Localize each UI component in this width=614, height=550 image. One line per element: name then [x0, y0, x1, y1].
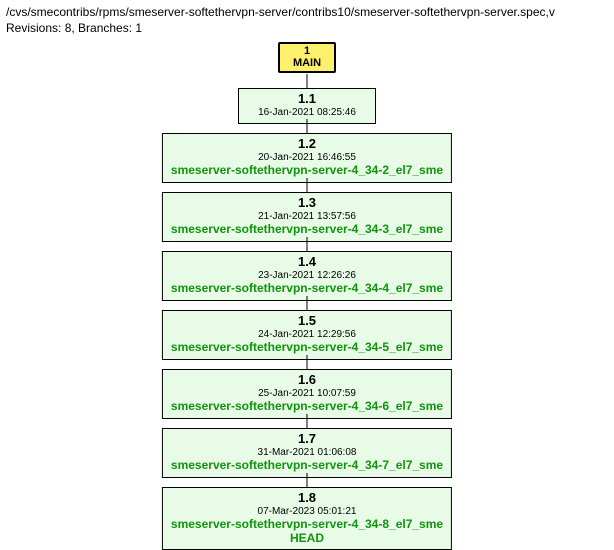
connector-line	[307, 237, 308, 251]
revision-tag: smeserver-softethervpn-server-4_34-5_el7…	[171, 341, 443, 355]
revision-box-1-4[interactable]: 1.4 23-Jan-2021 12:26:26 smeserver-softe…	[162, 251, 452, 300]
revision-box-1-6[interactable]: 1.6 25-Jan-2021 10:07:59 smeserver-softe…	[162, 369, 452, 418]
connector-line	[307, 355, 308, 369]
revision-tag: smeserver-softethervpn-server-4_34-7_el7…	[171, 459, 443, 473]
revision-number: 1.7	[171, 432, 443, 447]
connector-line	[307, 178, 308, 192]
revision-box-1-7[interactable]: 1.7 31-Mar-2021 01:06:08 smeserver-softe…	[162, 428, 452, 477]
revision-tag: smeserver-softethervpn-server-4_34-8_el7…	[171, 518, 443, 532]
revision-number: 1.3	[171, 196, 443, 211]
branch-box-main[interactable]: 1 MAIN	[278, 42, 336, 73]
connector-line	[307, 74, 308, 88]
revision-number: 1.1	[247, 92, 367, 107]
revision-tag: smeserver-softethervpn-server-4_34-3_el7…	[171, 223, 443, 237]
revision-graph: 1 MAIN 1.1 16-Jan-2021 08:25:46 1.2 20-J…	[0, 36, 614, 541]
revision-box-1-5[interactable]: 1.5 24-Jan-2021 12:29:56 smeserver-softe…	[162, 310, 452, 359]
revision-box-1-2[interactable]: 1.2 20-Jan-2021 16:46:55 smeserver-softe…	[162, 133, 452, 182]
revision-tag-head: HEAD	[171, 532, 443, 546]
revision-date: 16-Jan-2021 08:25:46	[247, 107, 367, 119]
revision-number: 1.4	[171, 255, 443, 270]
header: /cvs/smecontribs/rpms/smeserver-softethe…	[0, 0, 614, 36]
revision-box-1-3[interactable]: 1.3 21-Jan-2021 13:57:56 smeserver-softe…	[162, 192, 452, 241]
revisions-branches-meta: Revisions: 8, Branches: 1	[6, 20, 608, 36]
revision-tag: smeserver-softethervpn-server-4_34-2_el7…	[171, 164, 443, 178]
connector-line	[307, 296, 308, 310]
revision-number: 1.5	[171, 314, 443, 329]
revision-tag: smeserver-softethervpn-server-4_34-6_el7…	[171, 400, 443, 414]
revision-number: 1.2	[171, 137, 443, 152]
connector-line	[307, 119, 308, 133]
file-path: /cvs/smecontribs/rpms/smeserver-softethe…	[6, 4, 608, 20]
branch-number: 1	[290, 46, 324, 58]
connector-line	[307, 473, 308, 487]
branch-name: MAIN	[290, 58, 324, 70]
revision-tag: smeserver-softethervpn-server-4_34-4_el7…	[171, 282, 443, 296]
connector-line	[307, 414, 308, 428]
revision-number: 1.6	[171, 373, 443, 388]
revision-number: 1.8	[171, 491, 443, 506]
